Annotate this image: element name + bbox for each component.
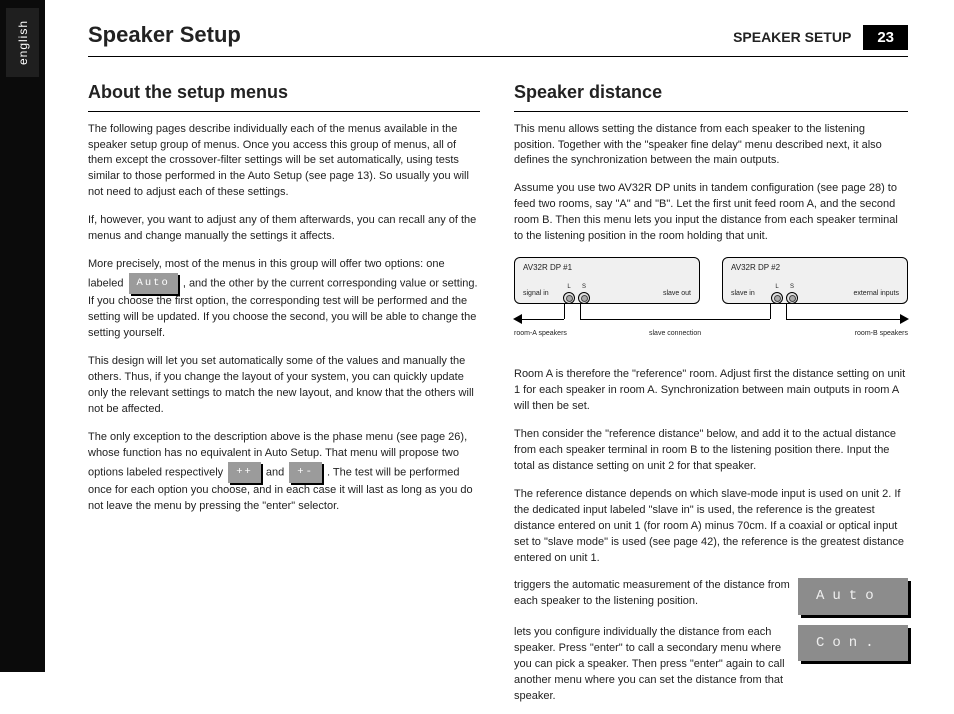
terminal-icon: L bbox=[771, 292, 783, 304]
diagram-unit-1: AV32R DP #1 signal in slave out L S bbox=[514, 257, 700, 304]
page-edge-bar bbox=[0, 0, 45, 672]
section-title-distance: Speaker distance bbox=[514, 79, 908, 112]
phase-chip-pm: +- bbox=[289, 462, 322, 483]
auto-chip-inline: Auto bbox=[129, 273, 178, 294]
page-header: Speaker Setup SPEAKER SETUP 23 bbox=[88, 22, 908, 57]
diagram-label-roomb: room-B speakers bbox=[855, 329, 908, 339]
page-title: Speaker Setup bbox=[88, 22, 241, 48]
option-auto-row: triggers the automatic measurement of th… bbox=[514, 578, 908, 614]
wire bbox=[521, 319, 564, 320]
breadcrumb: SPEAKER SETUP bbox=[733, 29, 851, 45]
diagram-label-rooma: room-A speakers bbox=[514, 329, 567, 339]
right-column: Speaker distance This menu allows settin… bbox=[514, 79, 908, 714]
terminal-icon: S bbox=[786, 292, 798, 304]
option-auto-text: triggers the automatic measurement of th… bbox=[514, 578, 790, 610]
section-title-about: About the setup menus bbox=[88, 79, 480, 112]
dist-p3: Room A is therefore the "reference" room… bbox=[514, 367, 908, 415]
wire bbox=[786, 319, 901, 320]
page-content: Speaker Setup SPEAKER SETUP 23 About the… bbox=[88, 22, 908, 714]
diagram-label-slave: slave connection bbox=[649, 329, 701, 339]
about-p1: The following pages describe individuall… bbox=[88, 122, 480, 202]
slave-wire bbox=[580, 319, 770, 320]
about-p4: This design will let you set automatical… bbox=[88, 354, 480, 418]
con-option-chip: Con. bbox=[798, 625, 908, 661]
dist-p2: Assume you use two AV32R DP units in tan… bbox=[514, 181, 908, 245]
dist-p4: Then consider the "reference distance" b… bbox=[514, 427, 908, 475]
diagram-unit-2: AV32R DP #2 slave in external inputs L S bbox=[722, 257, 908, 304]
language-label: english bbox=[6, 8, 40, 77]
left-column: About the setup menus The following page… bbox=[88, 79, 480, 714]
phase-chip-pp: ++ bbox=[228, 462, 261, 483]
arrow-right-icon bbox=[900, 314, 909, 324]
terminal-icon: S bbox=[578, 292, 590, 304]
dist-p5: The reference distance depends on which … bbox=[514, 487, 908, 567]
option-con-row: lets you configure individually the dist… bbox=[514, 625, 908, 705]
page-number-chip: 23 bbox=[863, 25, 908, 50]
dist-p1: This menu allows setting the distance fr… bbox=[514, 122, 908, 170]
option-con-text: lets you configure individually the dist… bbox=[514, 625, 790, 705]
about-p3: More precisely, most of the menus in thi… bbox=[88, 257, 480, 342]
about-p5: The only exception to the description ab… bbox=[88, 430, 480, 515]
language-tab: english bbox=[6, 8, 39, 77]
terminal-icon: L bbox=[563, 292, 575, 304]
tandem-diagram: AV32R DP #1 signal in slave out L S AV32… bbox=[514, 257, 908, 357]
auto-option-chip: Auto bbox=[798, 578, 908, 614]
about-p2: If, however, you want to adjust any of t… bbox=[88, 213, 480, 245]
